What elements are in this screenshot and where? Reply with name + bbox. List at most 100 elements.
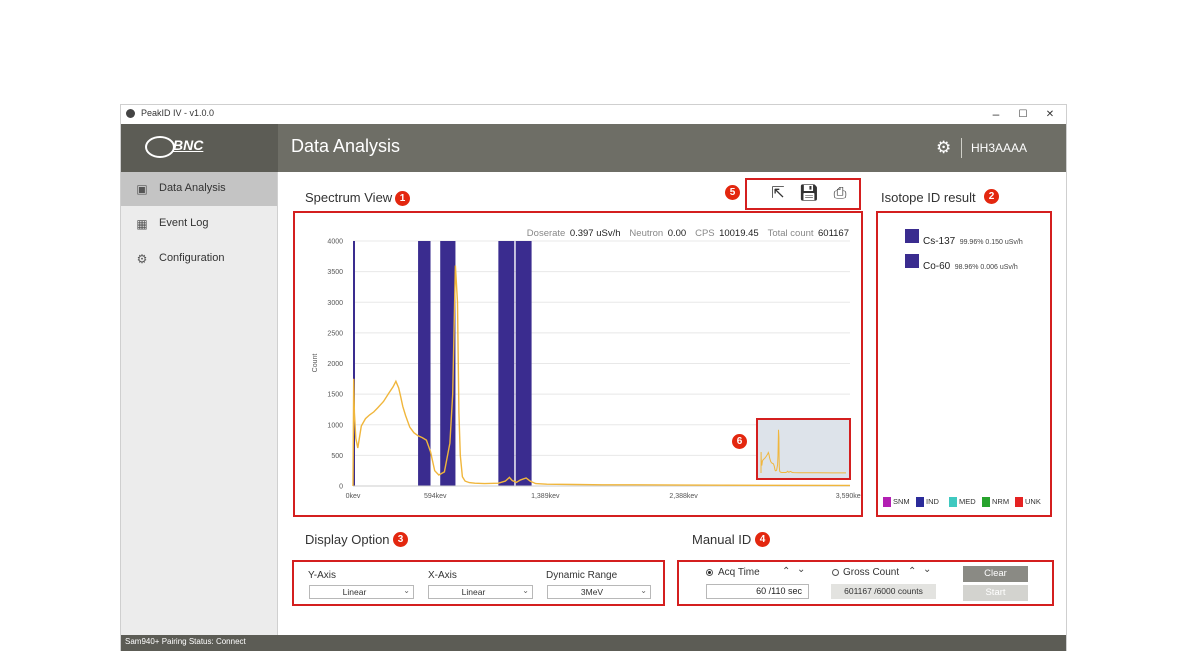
isotope-row: Co-60 98.96% 0.006 uSv/h: [923, 256, 1018, 274]
minimize-button[interactable]: –: [981, 105, 1011, 124]
annotation-badge-2: 2: [984, 189, 999, 204]
acq-time-radio[interactable]: [706, 569, 713, 576]
settings-gear-icon[interactable]: ⚙: [936, 138, 951, 158]
y-tick-label: 3000: [327, 300, 343, 307]
sidebar-item-data-analysis[interactable]: ▣ Data Analysis: [121, 172, 277, 206]
legend-label-snm: SNM: [893, 497, 910, 506]
legend-label-ind: IND: [926, 497, 939, 506]
spectrum-view-title: Spectrum View: [305, 190, 393, 205]
window-title: PeakID IV - v1.0.0: [141, 108, 215, 118]
y-axis-value: Linear: [342, 587, 367, 597]
sidebar-item-label: Configuration: [159, 252, 225, 264]
sidebar: ▣ Data Analysis ▦ Event Log ⚙ Configurat…: [121, 172, 278, 635]
spectrum-view-panel: Doserate 0.397 uSv/h Neutron 0.00 CPS 10…: [293, 211, 863, 517]
logo: BNC: [121, 124, 278, 172]
print-icon[interactable]: ⎙: [829, 183, 851, 205]
annotation-badge-6: 6: [732, 434, 747, 449]
save-icon[interactable]: 💾︎: [798, 183, 820, 205]
x-tick-label: 0kev: [346, 493, 361, 500]
x-axis-label: X-Axis: [428, 570, 457, 581]
maximize-button[interactable]: ☐: [1008, 105, 1038, 124]
annotation-badge-3: 3: [393, 532, 408, 547]
sidebar-item-label: Data Analysis: [159, 182, 226, 194]
chevron-down-icon: ⌄: [640, 586, 647, 595]
import-icon[interactable]: ⇱: [767, 183, 789, 205]
status-bar: Sam940+ Pairing Status: Connect: [121, 635, 1066, 651]
x-tick-label: 594kev: [424, 493, 447, 500]
legend-swatch-med: [949, 497, 957, 507]
roi-band: [418, 241, 431, 486]
legend-swatch-snm: [883, 497, 891, 507]
acq-time-input[interactable]: 60 /110 sec: [706, 584, 809, 599]
manual-id-title: Manual ID: [692, 532, 752, 547]
display-option-panel: Y-Axis Linear ⌄ X-Axis Linear ⌄ Dynamic …: [292, 560, 665, 606]
sidebar-item-event-log[interactable]: ▦ Event Log: [121, 207, 277, 241]
roi-band: [498, 241, 515, 486]
isotope-name: Cs-137: [923, 236, 956, 247]
sidebar-item-configuration[interactable]: ⚙ Configuration: [121, 242, 277, 276]
y-tick-label: 2500: [327, 330, 343, 337]
chevron-down-icon: ⌄: [403, 586, 410, 595]
gross-count-label: Gross Count: [843, 567, 900, 578]
acq-time-label: Acq Time: [718, 567, 760, 578]
acq-time-down-icon[interactable]: ⌄: [797, 564, 805, 575]
legend-swatch-nrm: [982, 497, 990, 507]
isotope-id-title: Isotope ID result: [881, 190, 976, 205]
legend-label-nrm: NRM: [992, 497, 1010, 506]
device-id[interactable]: HH3AAAA: [971, 141, 1027, 155]
calendar-icon: ▦: [136, 217, 148, 231]
y-tick-label: 2000: [327, 361, 343, 368]
annotation-badge-4: 4: [755, 532, 770, 547]
manual-id-panel: Acq Time ⌃ ⌄ 60 /110 sec Gross Count ⌃ ⌄…: [677, 560, 1054, 606]
app-icon: [126, 109, 135, 118]
gross-count-input: 601167 /6000 counts: [831, 584, 936, 599]
close-button[interactable]: ✕: [1035, 105, 1065, 124]
y-tick-label: 500: [331, 453, 343, 460]
header-divider: [961, 138, 962, 158]
clear-button[interactable]: Clear: [963, 566, 1028, 582]
sidebar-item-label: Event Log: [159, 217, 209, 229]
legend-label-med: MED: [959, 497, 976, 506]
page-title: Data Analysis: [291, 136, 401, 156]
display-option-title: Display Option: [305, 532, 390, 547]
annotation-badge-5: 5: [725, 185, 740, 200]
isotope-name: Co-60: [923, 261, 951, 272]
header-bar: BNC Data Analysis ⚙ HH3AAAA: [121, 124, 1066, 172]
logo-text: BNC: [173, 137, 204, 153]
isotope-swatch: [905, 254, 919, 268]
start-button[interactable]: Start: [963, 585, 1028, 601]
y-tick-label: 3500: [327, 269, 343, 276]
y-tick-label: 4000: [327, 239, 343, 246]
legend-swatch-unk: [1015, 497, 1023, 507]
x-tick-label: 2,388kev: [669, 493, 698, 500]
legend-swatch-ind: [916, 497, 924, 507]
isotope-id-panel: Cs-137 99.96% 0.150 uSv/h Co-60 98.96% 0…: [876, 211, 1052, 517]
y-tick-label: 0: [339, 484, 343, 491]
gross-count-radio[interactable]: [832, 569, 839, 576]
x-axis-select[interactable]: Linear ⌄: [428, 585, 533, 599]
isotope-detail: 99.96% 0.150 uSv/h: [959, 239, 1023, 246]
dynamic-range-value: 3MeV: [580, 587, 604, 597]
inset-minimap: [756, 418, 851, 480]
chevron-down-icon: ⌄: [522, 586, 529, 595]
spectrum-toolbar: ⇱ 💾︎ ⎙: [745, 178, 861, 210]
gear-icon: ⚙: [136, 252, 148, 266]
isotope-row: Cs-137 99.96% 0.150 uSv/h: [923, 231, 1023, 249]
gross-count-up-icon[interactable]: ⌃: [908, 566, 916, 577]
logo-ring-icon: [145, 136, 175, 158]
gross-count-down-icon[interactable]: ⌄: [923, 564, 931, 575]
y-axis-label: Count: [312, 354, 319, 373]
x-tick-label: 1,389kev: [531, 493, 560, 500]
dynamic-range-select[interactable]: 3MeV ⌄: [547, 585, 651, 599]
y-axis-select[interactable]: Linear ⌄: [309, 585, 414, 599]
y-tick-label: 1500: [327, 392, 343, 399]
y-axis-label: Y-Axis: [308, 570, 336, 581]
x-tick-label: 3,590kev: [836, 493, 861, 500]
x-axis-value: Linear: [461, 587, 486, 597]
roi-band: [515, 241, 532, 486]
spectrum-chart[interactable]: 0 500 1000 1500 2000 2500 3000 3500 4000 Count 0ke…: [295, 213, 861, 515]
isotope-detail: 98.96% 0.006 uSv/h: [954, 264, 1018, 271]
acq-time-up-icon[interactable]: ⌃: [782, 566, 790, 577]
monitor-icon: ▣: [136, 182, 148, 196]
isotope-swatch: [905, 229, 919, 243]
